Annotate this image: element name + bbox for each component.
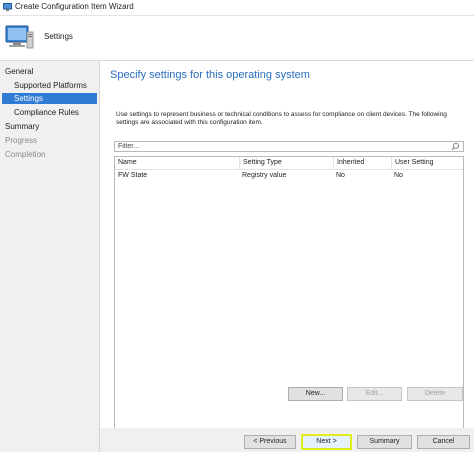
search-icon[interactable]: [451, 142, 460, 151]
wizard-navigation: General Supported Platforms Settings Com…: [0, 61, 100, 452]
page-title: Specify settings for this operating syst…: [110, 69, 310, 81]
next-button[interactable]: Next >: [301, 434, 352, 450]
header-title: Settings: [44, 32, 73, 41]
new-setting-button[interactable]: New...: [288, 387, 343, 401]
nav-item-completion: Completion: [5, 150, 46, 159]
wizard-app-icon: [3, 3, 12, 11]
title-bar: Create Configuration Item Wizard: [0, 0, 474, 16]
nav-item-summary[interactable]: Summary: [5, 121, 39, 132]
nav-item-settings[interactable]: Settings: [2, 93, 97, 104]
grid-header: Name Setting Type Inherited User Setting: [115, 157, 463, 170]
nav-item-compliance-rules[interactable]: Compliance Rules: [14, 107, 79, 118]
cancel-button[interactable]: Cancel: [417, 435, 470, 449]
summary-button[interactable]: Summary: [357, 435, 412, 449]
cell-inherited: No: [336, 172, 345, 179]
column-header-inherited[interactable]: Inherited: [333, 157, 391, 169]
nav-item-progress: Progress: [5, 136, 38, 145]
nav-item-general[interactable]: General: [5, 66, 33, 77]
delete-setting-button[interactable]: Delete: [407, 387, 463, 401]
edit-setting-button[interactable]: Edit...: [347, 387, 402, 401]
cell-setting-type: Registry value: [242, 172, 287, 179]
column-header-name[interactable]: Name: [115, 157, 239, 169]
table-row[interactable]: FW State Registry value No No: [115, 170, 463, 181]
settings-page: Specify settings for this operating syst…: [100, 61, 474, 443]
column-header-user-setting[interactable]: User Setting: [391, 157, 463, 169]
column-header-setting-type[interactable]: Setting Type: [239, 157, 333, 169]
nav-item-supported-platforms[interactable]: Supported Platforms: [14, 80, 87, 91]
window-title: Create Configuration Item Wizard: [15, 2, 134, 11]
previous-button[interactable]: < Previous: [244, 435, 296, 449]
page-description: Use settings to represent business or te…: [116, 111, 447, 126]
wizard-footer: < Previous Next > Summary Cancel: [100, 428, 474, 452]
filter-box[interactable]: [114, 141, 464, 152]
filter-input[interactable]: [115, 142, 448, 151]
computer-settings-icon: [5, 25, 34, 49]
cell-name: FW State: [118, 172, 148, 179]
cell-user-setting: No: [394, 172, 403, 179]
wizard-header: Settings: [0, 16, 474, 61]
